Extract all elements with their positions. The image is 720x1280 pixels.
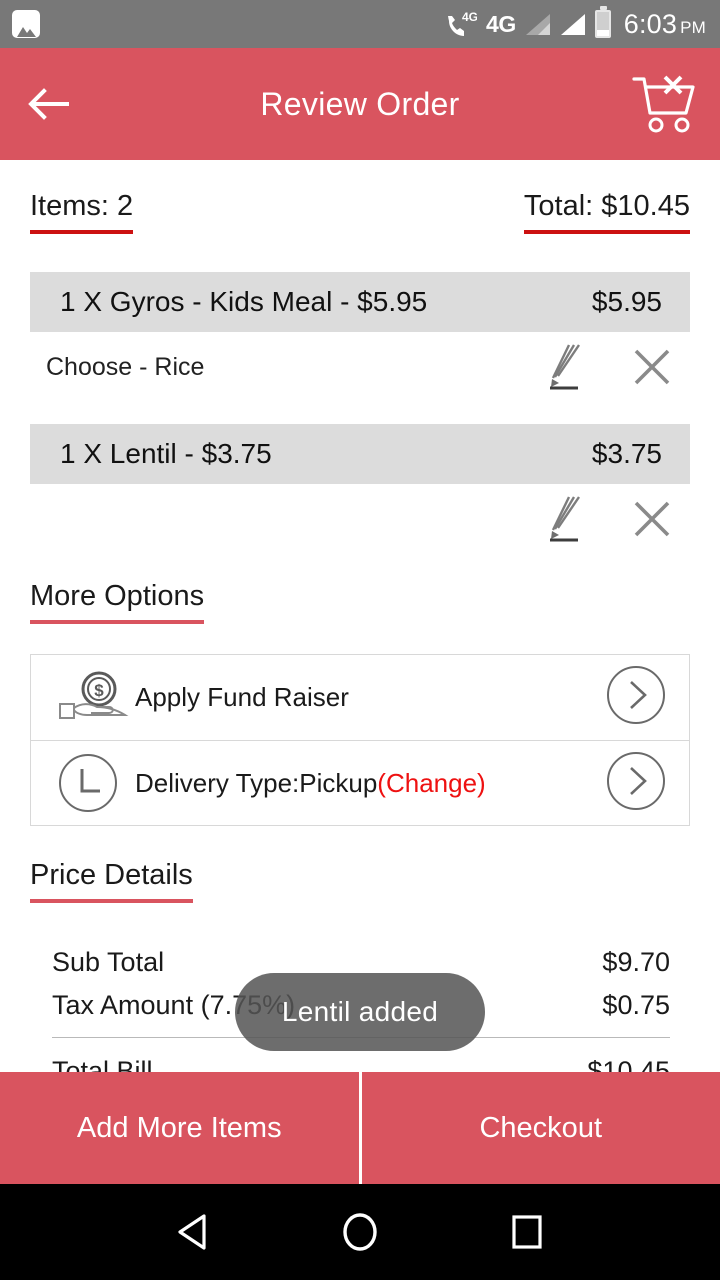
bottom-action-bar: Add More Items Checkout [0,1072,720,1184]
svg-text:$: $ [94,681,104,700]
more-options-underline [30,620,205,624]
cart-remove-icon [632,75,695,133]
page-title: Review Order [260,85,460,122]
square-recents-icon[interactable] [508,1212,546,1252]
call-4g-icon: 4G [447,10,478,38]
checkout-button[interactable]: Checkout [361,1072,720,1184]
item-header: 1 X Lentil - $3.75 $3.75 [30,424,690,484]
close-icon[interactable] [632,499,672,539]
app-bar: Review Order [0,48,720,160]
hand-coin-icon: $ [57,670,135,726]
items-count: Items: 2 [30,190,134,234]
order-total-label: Total: $10.45 [523,190,690,222]
toast-message: Lentil added [281,996,439,1027]
item-option-label: Choose - Rice [46,352,205,381]
more-options-section: More Options [0,554,720,624]
apply-fund-raiser-row[interactable]: $ Apply Fund Raiser [31,655,689,740]
price-details-heading: Price Details [30,859,193,903]
item-actions [548,342,672,392]
table-row: 1 X Gyros - Kids Meal - $5.95 $5.95 Choo… [0,272,720,402]
item-title: 1 X Gyros - Kids Meal - $5.95 [60,286,428,317]
more-options-title: More Options [30,580,205,612]
price-details-section: Price Details [0,826,720,903]
item-price: $5.95 [591,286,662,317]
order-items-list: 1 X Gyros - Kids Meal - $5.95 $5.95 Choo… [0,272,720,554]
price-details-title: Price Details [30,859,193,891]
toast-notification: Lentil added [235,973,485,1051]
items-count-label: Items: 2 [30,190,134,222]
chevron-right-circle-icon[interactable] [605,664,667,731]
price-value: $0.75 [602,990,670,1020]
signal-bars-icon-2 [560,13,585,35]
close-icon[interactable] [632,347,672,387]
clock-ampm: PM [680,17,706,37]
circle-home-icon[interactable] [340,1210,380,1254]
items-count-underline [30,230,134,234]
status-bar-right: 4G 4G 6:03 PM [447,6,706,40]
table-row: 1 X Lentil - $3.75 $3.75 [0,424,720,554]
back-button[interactable] [0,88,100,120]
clock-time: 6:03 [623,8,678,39]
image-icon [12,10,40,38]
item-price: $3.75 [591,438,662,469]
phone-screen: 4G 4G 6:03 PM Review Order Items: 2 Tota… [0,0,720,1280]
order-total: Total: $10.45 [523,190,690,234]
status-bar-left [12,10,40,38]
item-title: 1 X Lentil - $3.75 [60,438,272,469]
more-options-list: $ Apply Fund Raiser Delivery Type:Pickup… [30,654,690,826]
item-subrow: Choose - Rice [30,332,690,402]
price-details-underline [30,899,193,903]
clock-icon [57,752,135,814]
status-bar: 4G 4G 6:03 PM [0,0,720,48]
apply-fund-raiser-label: Apply Fund Raiser [135,682,349,712]
triangle-back-icon[interactable] [174,1212,212,1252]
pencil-icon[interactable] [548,494,592,544]
network-4g-label: 4G [486,10,516,37]
delivery-type-value: Delivery Type:Pickup [135,767,378,798]
battery-icon [594,6,611,38]
price-value: $9.70 [602,947,670,977]
delivery-type-row[interactable]: Delivery Type:Pickup(Change) [31,740,689,825]
android-nav-bar [0,1184,720,1280]
delivery-type-label: Delivery Type:Pickup(Change) [135,768,486,799]
clear-cart-button[interactable] [632,73,698,135]
svg-text:4G: 4G [462,10,477,24]
change-delivery-link[interactable]: (Change) [377,768,485,798]
price-label: Sub Total [52,947,165,977]
more-options-heading: More Options [30,580,205,624]
status-bar-clock: 6:03 PM [624,9,706,40]
add-more-items-button[interactable]: Add More Items [0,1072,359,1184]
arrow-left-icon [28,88,69,120]
order-total-underline [523,230,690,234]
order-summary: Items: 2 Total: $10.45 [0,160,720,234]
item-subrow [30,484,690,554]
chevron-right-circle-icon[interactable] [605,750,667,817]
item-actions [548,494,672,544]
signal-bars-icon-1 [525,13,550,35]
item-header: 1 X Gyros - Kids Meal - $5.95 $5.95 [30,272,690,332]
pencil-icon[interactable] [548,342,592,392]
